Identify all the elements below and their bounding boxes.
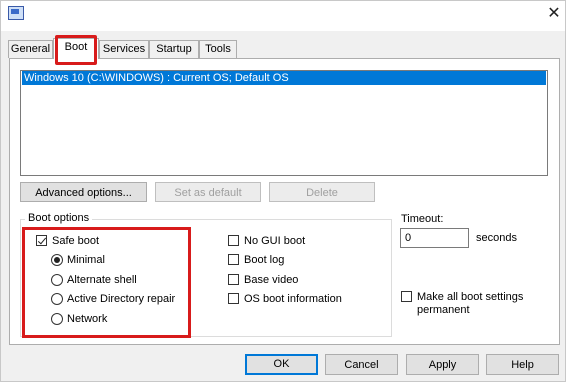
- close-icon[interactable]: ✕: [546, 5, 562, 23]
- boot-options-label: Boot options: [25, 211, 93, 225]
- checkbox-empty-icon[interactable]: [228, 235, 239, 246]
- checkbox-empty-icon[interactable]: [228, 274, 239, 285]
- safe-boot-label: Safe boot: [52, 235, 100, 247]
- delete-button[interactable]: Delete: [269, 182, 375, 202]
- os-list[interactable]: Windows 10 (C:\WINDOWS) : Current OS; De…: [20, 70, 548, 176]
- title-bar: ✕: [1, 1, 565, 31]
- radio-minimal-label: Minimal: [67, 254, 105, 266]
- make-permanent-line2: permanent: [417, 304, 470, 316]
- radio-selected-icon[interactable]: [51, 254, 63, 266]
- timeout-label: Timeout:: [401, 213, 444, 225]
- radio-ad-repair-label: Active Directory repair: [67, 293, 176, 305]
- base-video-label: Base video: [244, 274, 299, 286]
- help-button[interactable]: Help: [486, 354, 559, 375]
- no-gui-boot-label: No GUI boot: [244, 235, 306, 247]
- timeout-input[interactable]: 0: [400, 228, 469, 248]
- radio-empty-icon[interactable]: [51, 313, 63, 325]
- make-permanent-label: Make all boot settings permanent: [417, 291, 523, 317]
- radio-empty-icon[interactable]: [51, 274, 63, 286]
- advanced-options-button[interactable]: Advanced options...: [20, 182, 147, 202]
- radio-alternate-shell-label: Alternate shell: [67, 274, 137, 286]
- checkbox-empty-icon[interactable]: [228, 293, 239, 304]
- radio-empty-icon[interactable]: [51, 293, 63, 305]
- button-bar-separator: [1, 346, 565, 347]
- radio-network-label: Network: [67, 313, 108, 325]
- checkbox-empty-icon[interactable]: [228, 254, 239, 265]
- checkbox-checked-icon[interactable]: [36, 235, 47, 246]
- cancel-button[interactable]: Cancel: [325, 354, 398, 375]
- tab-startup[interactable]: Startup: [149, 40, 199, 58]
- apply-button[interactable]: Apply: [406, 354, 479, 375]
- tab-strip: General Boot Services Startup Tools: [0, 38, 566, 59]
- make-permanent-line1: Make all boot settings: [417, 291, 524, 303]
- tab-services[interactable]: Services: [99, 40, 149, 58]
- tab-general[interactable]: General: [8, 40, 53, 58]
- tab-tools[interactable]: Tools: [199, 40, 237, 58]
- tab-boot[interactable]: Boot: [53, 38, 99, 59]
- os-boot-information-label: OS boot information: [244, 293, 342, 305]
- seconds-label: seconds: [476, 232, 517, 244]
- set-as-default-button[interactable]: Set as default: [155, 182, 261, 202]
- boot-log-label: Boot log: [244, 254, 285, 266]
- os-list-item[interactable]: Windows 10 (C:\WINDOWS) : Current OS; De…: [22, 71, 546, 85]
- checkbox-empty-icon[interactable]: [401, 291, 412, 302]
- msconfig-app-icon: [8, 6, 24, 20]
- ok-button[interactable]: OK: [245, 354, 318, 375]
